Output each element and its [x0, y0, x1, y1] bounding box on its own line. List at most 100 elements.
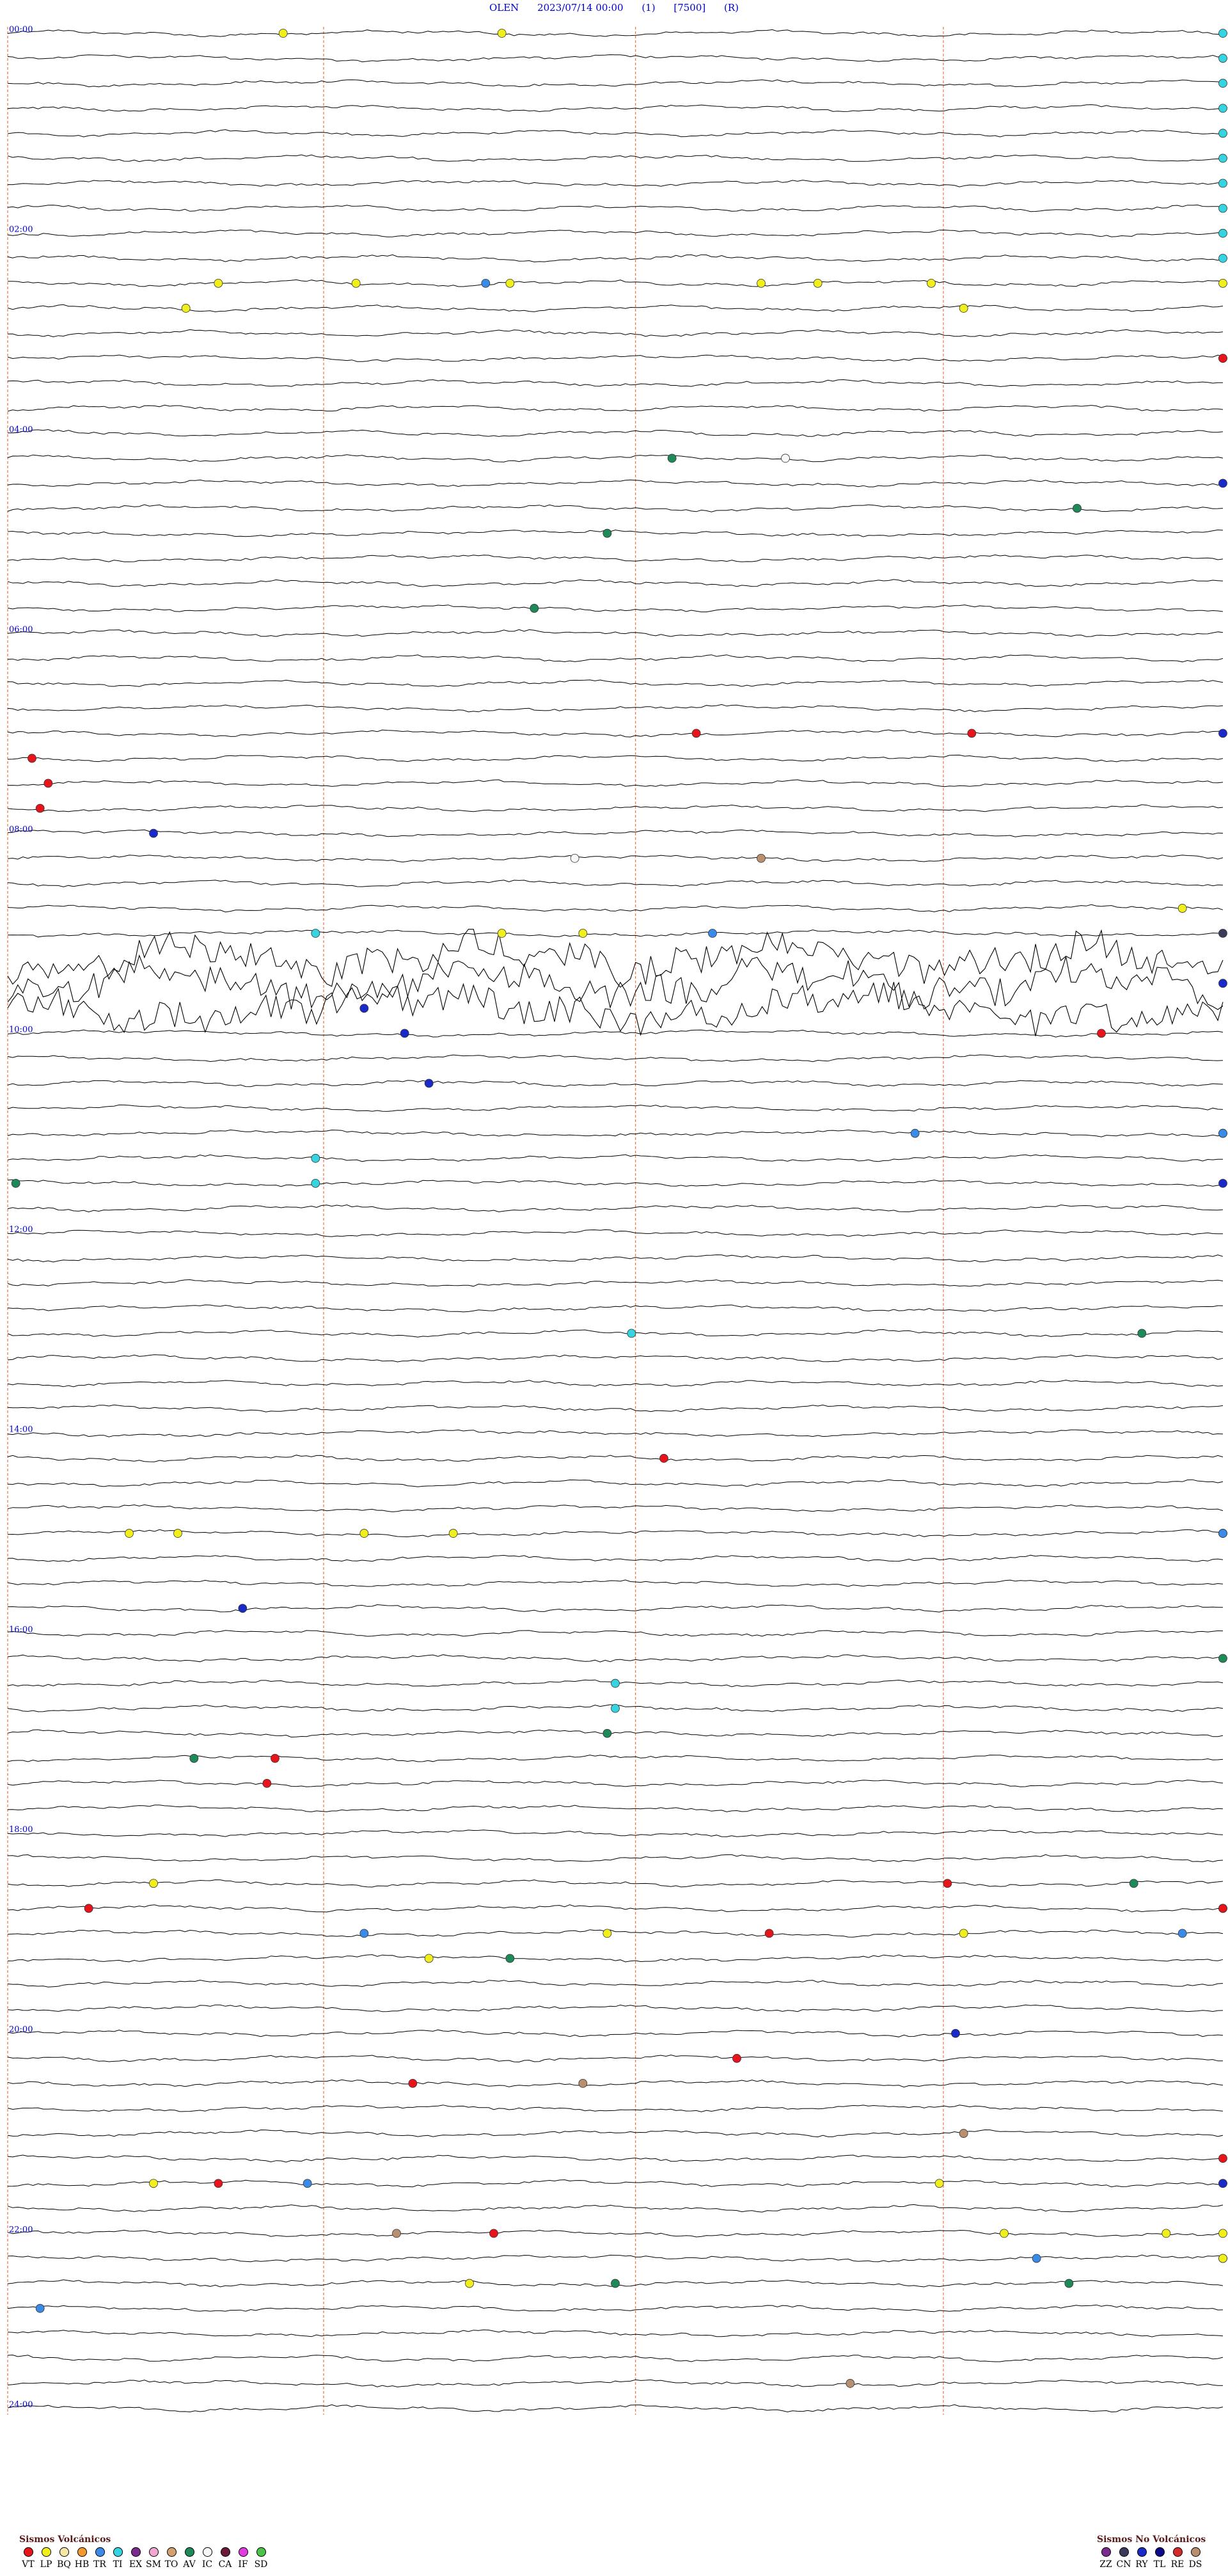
event-dot-lp — [181, 304, 191, 313]
trace-row — [7, 2329, 1224, 2337]
event-dot-vt — [1218, 354, 1227, 363]
event-dot-ry — [951, 2028, 960, 2038]
event-dot-lp — [465, 2279, 474, 2288]
legend-code: LP — [40, 2559, 52, 2570]
event-dot-lp — [602, 1929, 612, 1938]
legend-volcanic-item-bq: BQ — [55, 2547, 73, 2570]
seismic-traces — [7, 29, 1224, 2413]
event-dot-av — [602, 1728, 612, 1738]
event-dot-ti — [611, 1703, 620, 1713]
event-dot-av — [1218, 1654, 1227, 1663]
event-dot-ic — [570, 853, 579, 863]
event-dot-tr — [1177, 1929, 1187, 1938]
event-dot-lp — [149, 1879, 158, 1888]
event-dot-lp — [578, 929, 588, 938]
event-dot-ti — [1218, 253, 1227, 263]
trace-row — [7, 1254, 1224, 1263]
legend-volcanic-item-sm: SM — [145, 2547, 162, 2570]
time-label: 20:00 — [9, 2025, 33, 2035]
event-dot-ds — [392, 2229, 401, 2238]
trace-row — [7, 1455, 1224, 1462]
event-dot-vt — [43, 778, 53, 788]
legend-volcanic-item-tr: TR — [91, 2547, 109, 2570]
trace-row — [7, 2229, 1224, 2238]
legend-dot-icon — [1101, 2547, 1111, 2557]
event-dot-ry — [424, 1079, 434, 1088]
event-dot-vt — [489, 2229, 498, 2238]
trace-row — [7, 1104, 1224, 1112]
trace-row — [7, 1904, 1224, 1913]
event-dot-av — [667, 454, 677, 463]
event-dot-vt — [764, 1929, 774, 1938]
legend-nonvolcanic-item-re: RE — [1169, 2547, 1186, 2570]
trace-row — [7, 2154, 1224, 2163]
trace-row — [7, 1929, 1224, 1938]
legend-nonvolcanic-item-tl: TL — [1151, 2547, 1169, 2570]
trace-row — [7, 554, 1224, 562]
event-dot-av — [1129, 1879, 1138, 1888]
trace-row — [7, 1780, 1224, 1787]
event-dot-av — [11, 1178, 20, 1188]
event-dot-ry — [1218, 2179, 1227, 2188]
event-dot-tr — [359, 1929, 369, 1938]
trace-row — [7, 1404, 1224, 1412]
legend-code: BQ — [57, 2559, 71, 2570]
event-dot-ry — [400, 1029, 409, 1038]
time-label: 06:00 — [9, 625, 33, 635]
trace-row — [7, 954, 1224, 1011]
event-dot-lp — [173, 1529, 182, 1538]
event-dot-lp — [125, 1529, 134, 1538]
trace-row — [7, 1879, 1224, 1888]
legend-nonvolcanic-title: Sismos No Volcánicos — [1097, 2534, 1206, 2545]
event-dot-ds — [757, 853, 766, 863]
event-dot-lp — [278, 29, 288, 38]
trace-row — [7, 1504, 1224, 1512]
trace-row — [7, 604, 1224, 613]
trace-row — [7, 1805, 1224, 1812]
trace-row — [7, 1054, 1224, 1063]
trace-row — [7, 704, 1224, 713]
legend-dot-icon — [1119, 2547, 1129, 2557]
event-dot-lp — [497, 929, 507, 938]
trace-row — [7, 1429, 1224, 1437]
legend-volcanic-item-lp: LP — [37, 2547, 55, 2570]
event-dot-ti — [1218, 178, 1227, 188]
event-dot-vt — [967, 729, 977, 738]
legend-code: RE — [1170, 2559, 1185, 2570]
trace-row — [7, 929, 1224, 938]
trace-row — [7, 1329, 1224, 1338]
event-dot-ti — [1218, 203, 1227, 213]
legend-volcanic-item-vt: VT — [19, 2547, 37, 2570]
trace-row — [7, 354, 1224, 362]
event-dot-lp — [1218, 2254, 1227, 2263]
legend-dot-icon — [130, 2547, 141, 2557]
event-dot-vt — [732, 2053, 741, 2063]
trace-row — [7, 1129, 1224, 1137]
legend-dot-icon — [59, 2547, 69, 2557]
event-dot-vt — [1218, 2154, 1227, 2163]
event-dot-lp — [351, 278, 361, 288]
event-dot-ti — [1218, 79, 1227, 88]
legend-volcanic-title: Sismos Volcánicos — [19, 2534, 111, 2545]
trace-row — [7, 654, 1224, 663]
event-dot-av — [611, 2279, 620, 2288]
event-dot-lp — [1218, 278, 1227, 288]
event-dot-lp — [448, 1529, 458, 1538]
event-dot-tr — [303, 2179, 312, 2188]
event-dot-ds — [578, 2079, 588, 2088]
trace-row — [7, 1279, 1224, 1287]
trace-row — [7, 29, 1224, 37]
event-dot-lp — [757, 278, 766, 288]
helicorder-plot: 00:00 02:00 04:00 06:00 08:00 10:00 12:00 14:00… — [7, 25, 1227, 2415]
legend-code: ZZ — [1099, 2559, 1112, 2570]
legend-volcanic-item-if: IF — [234, 2547, 252, 2570]
legend-volcanic-item-ic: IC — [198, 2547, 216, 2570]
legend-volcanic-item-ex: EX — [127, 2547, 145, 2570]
trace-row — [7, 2004, 1224, 2012]
legend-dot-icon — [77, 2547, 87, 2557]
trace-row — [7, 1029, 1224, 1038]
event-dot-tr — [35, 2303, 45, 2313]
trace-row — [7, 1154, 1223, 1162]
event-dot-tr — [481, 278, 491, 288]
legend-code: TO — [164, 2559, 178, 2570]
